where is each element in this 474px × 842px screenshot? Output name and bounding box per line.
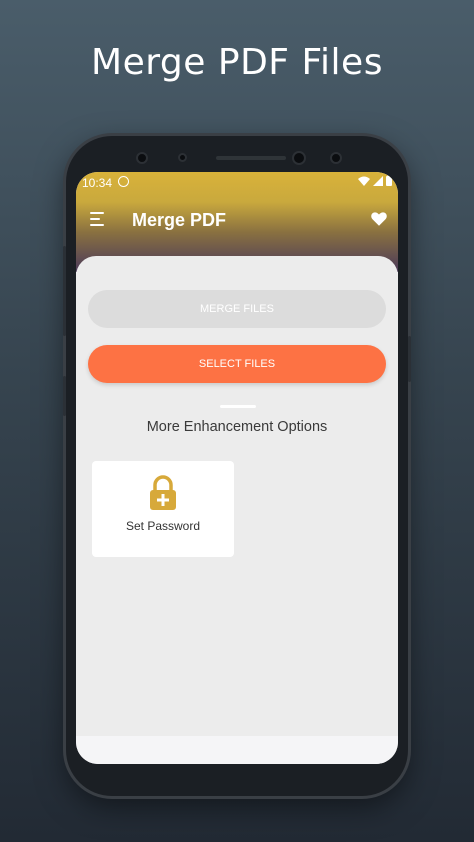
bottom-strip bbox=[76, 736, 398, 764]
status-app-icon bbox=[118, 176, 129, 187]
status-bar: 10:34 bbox=[76, 172, 398, 194]
drag-handle[interactable] bbox=[220, 405, 256, 408]
phone-side-button-right bbox=[408, 336, 411, 382]
proximity-sensor bbox=[330, 152, 342, 164]
enhancement-options-heading: More Enhancement Options bbox=[146, 419, 328, 435]
content-card: MERGE FILES SELECT FILES More Enhancemen… bbox=[76, 256, 398, 736]
status-icons bbox=[358, 175, 392, 186]
front-camera-secondary bbox=[292, 151, 306, 165]
phone-side-button-left-lower bbox=[63, 376, 66, 416]
signal-icon bbox=[373, 175, 383, 186]
merge-files-button[interactable]: MERGE FILES bbox=[88, 290, 386, 328]
lock-plus-icon bbox=[150, 475, 176, 510]
set-password-label: Set Password bbox=[125, 519, 201, 533]
set-password-option[interactable]: Set Password bbox=[92, 461, 234, 557]
toolbar-title: Merge PDF bbox=[132, 210, 227, 230]
toolbar: Merge PDF bbox=[76, 200, 398, 240]
wifi-icon bbox=[358, 176, 370, 186]
phone-side-button-left bbox=[63, 246, 66, 336]
status-time: 10:34 bbox=[82, 176, 113, 190]
menu-icon[interactable] bbox=[90, 212, 106, 226]
battery-icon bbox=[386, 175, 392, 186]
select-files-button[interactable]: SELECT FILES bbox=[88, 345, 386, 383]
promo-title: Merge PDF Files bbox=[91, 42, 383, 83]
earpiece bbox=[216, 156, 286, 160]
sensor-dot bbox=[178, 153, 187, 162]
phone-frame: 10:34 Merge PDF MERGE FILES SELECT FILES… bbox=[63, 136, 411, 796]
front-camera bbox=[136, 152, 148, 164]
phone-screen: 10:34 Merge PDF MERGE FILES SELECT FILES… bbox=[76, 172, 398, 764]
heart-icon[interactable] bbox=[370, 210, 388, 228]
